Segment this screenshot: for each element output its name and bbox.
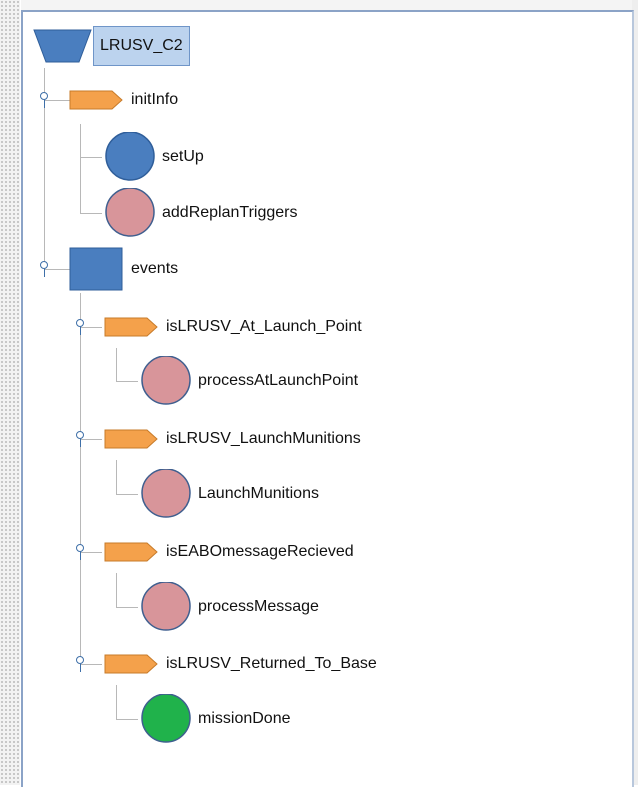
tree-line (80, 293, 81, 663)
tree-line (80, 157, 102, 158)
tree-line (116, 381, 138, 382)
tree-node-setup[interactable]: setUp (103, 132, 207, 181)
collapse-toggle-icon[interactable] (74, 431, 86, 447)
tree-line (116, 607, 138, 608)
circle-icon (105, 188, 155, 237)
square-shape (69, 247, 123, 291)
node-label: processMessage (198, 598, 319, 615)
arrow-tag-shape (69, 90, 123, 110)
arrow-tag-icon (104, 429, 158, 449)
node-label: isLRUSV_Returned_To_Base (166, 655, 377, 672)
node-label: isLRUSV_LaunchMunitions (166, 430, 361, 447)
node-label: setUp (162, 148, 204, 165)
collapse-toggle-icon[interactable] (74, 319, 86, 335)
node-label: initInfo (131, 91, 179, 108)
square-icon (69, 247, 123, 291)
tree-node-event-4[interactable]: isLRUSV_Returned_To_Base (103, 641, 380, 687)
node-label: events (131, 260, 179, 277)
tree-node-action-4[interactable]: missionDone (139, 694, 293, 743)
tree-node-action-1[interactable]: processAtLaunchPoint (139, 356, 361, 405)
circle-shape (105, 132, 155, 181)
tree-node-root[interactable]: LRUSV_C2 (33, 22, 190, 70)
circle-shape (141, 694, 191, 743)
node-label: isEABOmessageRecieved (166, 543, 354, 560)
circle-shape (141, 356, 191, 405)
tree-node-action-3[interactable]: processMessage (139, 582, 322, 631)
tree-node-addreplantriggers[interactable]: addReplanTriggers (103, 188, 300, 237)
arrow-tag-shape (104, 429, 158, 449)
collapse-toggle-icon[interactable] (38, 92, 50, 108)
tree-node-event-2[interactable]: isLRUSV_LaunchMunitions (103, 416, 364, 462)
arrow-tag-shape (104, 317, 158, 337)
circle-icon (141, 356, 191, 405)
tree-line (116, 348, 117, 381)
tree-line (80, 213, 102, 214)
arrow-tag-shape (104, 654, 158, 674)
node-label: isLRUSV_At_Launch_Point (166, 318, 362, 335)
tree-line (116, 494, 138, 495)
tree-line (116, 573, 117, 607)
tree-node-event-1[interactable]: isLRUSV_At_Launch_Point (103, 304, 365, 350)
node-label: addReplanTriggers (162, 204, 298, 221)
circle-icon (141, 582, 191, 631)
collapse-toggle-icon[interactable] (74, 656, 86, 672)
node-label: LaunchMunitions (198, 485, 319, 502)
circle-icon (141, 469, 191, 518)
arrow-tag-shape (104, 542, 158, 562)
tree-line (116, 460, 117, 494)
trapezoid-icon (33, 29, 92, 63)
root-label: LRUSV_C2 (93, 26, 190, 66)
circle-shape (141, 469, 191, 518)
circle-icon (141, 694, 191, 743)
tree-node-initinfo[interactable]: initInfo (68, 77, 181, 123)
arrow-tag-icon (69, 90, 123, 110)
node-label: missionDone (198, 710, 291, 727)
tree-line (116, 685, 117, 719)
tree-node-event-3[interactable]: isEABOmessageRecieved (103, 529, 357, 575)
collapse-toggle-icon[interactable] (74, 544, 86, 560)
tree-node-events[interactable]: events (68, 246, 181, 292)
tree-window: LRUSV_C2 initInfo setUp addReplanTrigger… (0, 0, 638, 787)
circle-shape (141, 582, 191, 631)
tree-line (116, 719, 138, 720)
arrow-tag-icon (104, 542, 158, 562)
trapezoid-shape (33, 29, 92, 63)
node-label: processAtLaunchPoint (198, 372, 359, 389)
tree-node-action-2[interactable]: LaunchMunitions (139, 469, 322, 518)
arrow-tag-icon (104, 317, 158, 337)
arrow-tag-icon (104, 654, 158, 674)
circle-icon (105, 132, 155, 181)
tree-line (80, 124, 81, 214)
resize-grip[interactable] (0, 0, 20, 785)
pane-top-border (21, 0, 632, 10)
circle-shape (105, 188, 155, 237)
collapse-toggle-icon[interactable] (38, 261, 50, 277)
